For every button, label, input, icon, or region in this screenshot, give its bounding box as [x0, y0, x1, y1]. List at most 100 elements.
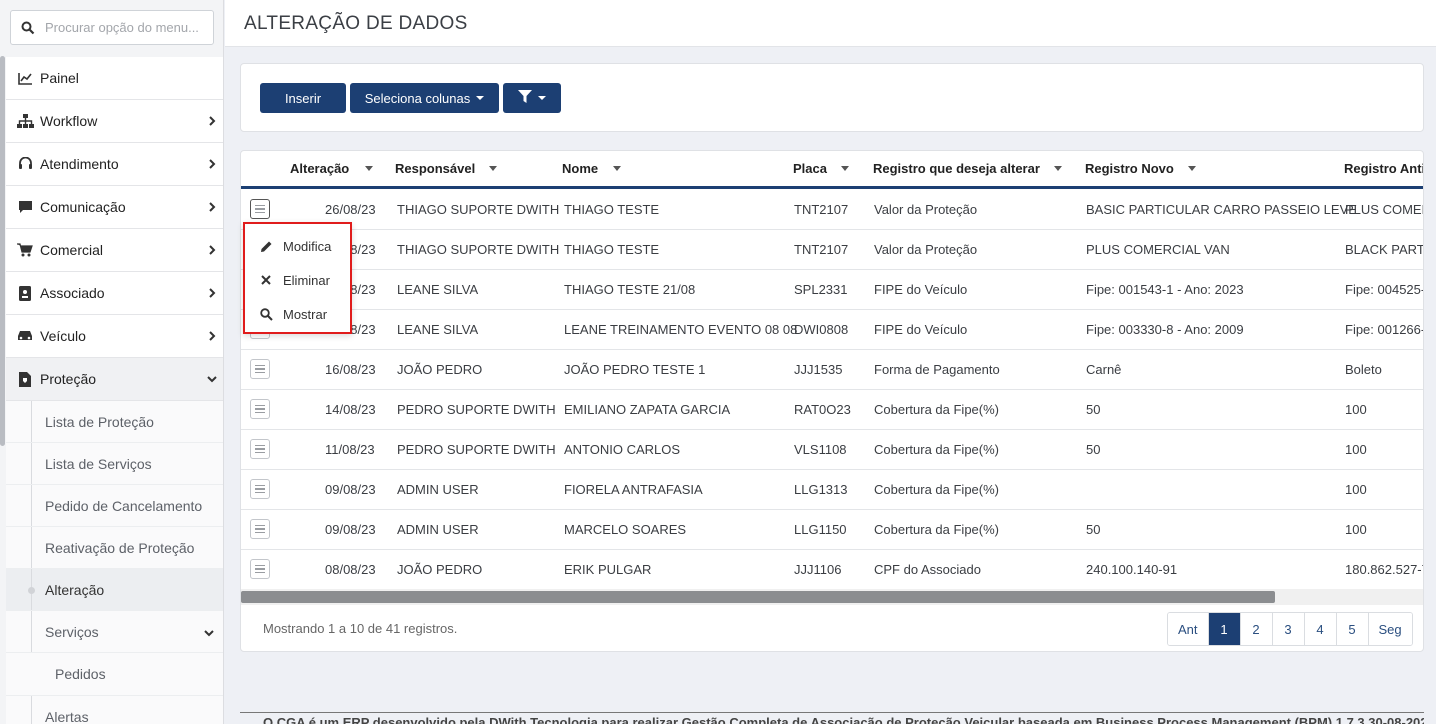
sidebar-subitem-label: Pedidos — [55, 666, 106, 682]
cell-placa: TNT2107 — [794, 242, 849, 257]
pagination-page[interactable]: 5 — [1336, 613, 1369, 645]
column-header-responsavel[interactable]: Responsável — [395, 161, 498, 176]
cell-registro-antigo: 100 — [1345, 402, 1367, 417]
chevron-right-icon — [200, 116, 223, 126]
menu-item-modifica[interactable]: Modifica — [245, 229, 350, 263]
cell-placa: VLS1108 — [794, 442, 847, 457]
sidebar-item-workflow[interactable]: Workflow — [6, 100, 223, 143]
sort-icon — [365, 166, 374, 171]
column-header-registro-antigo[interactable]: Registro Anti — [1344, 161, 1423, 176]
sidebar-subitem-servicos[interactable]: Serviços — [6, 611, 223, 653]
cell-registro-antigo: Fipe: 001266- — [1345, 322, 1424, 337]
cell-registro-antigo: 100 — [1345, 442, 1367, 457]
sidebar-menu: Painel Workflow Atendimento Comunicação … — [6, 57, 223, 724]
row-actions-button[interactable] — [250, 199, 270, 219]
sidebar-item-comercial[interactable]: Comercial — [6, 229, 223, 272]
column-header-nome[interactable]: Nome — [562, 161, 622, 176]
pagination-page[interactable]: 3 — [1272, 613, 1305, 645]
menu-item-eliminar[interactable]: Eliminar — [245, 263, 350, 297]
cell-responsavel: JOÃO PEDRO — [397, 362, 483, 377]
sidebar-subitem-lista-protecao[interactable]: Lista de Proteção — [6, 401, 223, 443]
comment-icon — [16, 198, 34, 216]
sort-icon — [613, 166, 622, 171]
sort-icon — [489, 166, 498, 171]
row-actions-button[interactable] — [250, 399, 270, 419]
cell-placa: LLG1313 — [794, 482, 848, 497]
cell-nome: THIAGO TESTE — [564, 242, 660, 257]
sort-icon — [1187, 166, 1196, 171]
cart-icon — [16, 241, 34, 259]
menu-item-label: Eliminar — [283, 272, 330, 288]
page-footer: O CGA é um ERP desenvolvido pela DWith T… — [240, 712, 1424, 724]
chevron-right-icon — [200, 159, 223, 169]
cell-registro-antigo: 180.862.527-7 — [1345, 562, 1424, 577]
insert-button[interactable]: Inserir — [260, 83, 346, 113]
cell-date: 14/08/23 — [325, 402, 376, 417]
pagination-prev[interactable]: Ant — [1168, 613, 1209, 645]
sidebar-subitem-label: Lista de Proteção — [45, 413, 154, 430]
cell-nome: ANTONIO CARLOS — [564, 442, 681, 457]
menu-item-mostrar[interactable]: Mostrar — [245, 297, 350, 331]
sidebar-item-atendimento[interactable]: Atendimento — [6, 143, 223, 186]
sidebar-subitem-reativacao[interactable]: Reativação de Proteção — [6, 527, 223, 569]
column-header-placa[interactable]: Placa — [793, 161, 849, 176]
sidebar-item-protecao[interactable]: Proteção — [6, 358, 223, 401]
cell-registro-novo: Fipe: 003330-8 - Ano: 2009 — [1086, 322, 1244, 337]
row-actions-button[interactable] — [250, 439, 270, 459]
cell-placa: JJJ1106 — [794, 562, 842, 577]
sidebar-item-comunicacao[interactable]: Comunicação — [6, 186, 223, 229]
column-header-registro-alterar[interactable]: Registro que deseja alterar — [873, 161, 1062, 176]
pagination-page[interactable]: 1 — [1208, 613, 1241, 645]
sidebar-subitem-pedido-cancelamento[interactable]: Pedido de Cancelamento — [6, 485, 223, 527]
pagination-page[interactable]: 4 — [1304, 613, 1337, 645]
cell-responsavel: ADMIN USER — [397, 482, 479, 497]
cell-placa: DWI0808 — [794, 322, 849, 337]
table-row: 11/08/23 PEDRO SUPORTE DWITH ANTONIO CAR… — [241, 430, 1423, 470]
chevron-right-icon — [200, 245, 223, 255]
row-actions-button[interactable] — [250, 479, 270, 499]
sidebar-item-painel[interactable]: Painel — [6, 57, 223, 100]
sidebar-scrollbar[interactable] — [0, 56, 5, 446]
cell-responsavel: PEDRO SUPORTE DWITH — [397, 442, 556, 457]
table-row: 14/08/23 PEDRO SUPORTE DWITH EMILIANO ZA… — [241, 390, 1423, 430]
pagination-page[interactable]: 2 — [1240, 613, 1273, 645]
sidebar-subitem-alteracao[interactable]: Alteração — [6, 569, 223, 611]
cell-registro-alterar: FIPE do Veículo — [874, 282, 968, 297]
column-header-label: Registro que deseja alterar — [873, 161, 1040, 176]
cell-registro-novo: 50 — [1086, 402, 1101, 417]
row-actions-button[interactable] — [250, 559, 270, 579]
sidebar-item-associado[interactable]: Associado — [6, 272, 223, 315]
search-icon — [11, 21, 45, 35]
pagination-next[interactable]: Seg — [1368, 613, 1412, 645]
sidebar-subitem-label: Pedido de Cancelamento — [45, 497, 203, 514]
file-shield-icon — [16, 370, 34, 388]
sidebar-subitem-pedidos[interactable]: Pedidos — [6, 653, 223, 696]
cell-nome: JOÃO PEDRO TESTE 1 — [564, 362, 706, 377]
cell-registro-novo: 240.100.140-91 — [1086, 562, 1178, 577]
horizontal-scrollbar[interactable] — [241, 589, 1423, 605]
sidebar-item-veiculo[interactable]: Veículo — [6, 315, 223, 358]
id-card-icon — [16, 284, 34, 302]
table-row: 16/08/23 JOÃO PEDRO JOÃO PEDRO TESTE 1 J… — [241, 350, 1423, 390]
cell-placa: SPL2331 — [794, 282, 848, 297]
cell-placa: JJJ1535 — [794, 362, 843, 377]
chevron-down-icon — [200, 375, 223, 383]
cell-date: 11/08/23 — [325, 442, 375, 457]
column-header-alteracao[interactable]: Alteração — [290, 161, 374, 176]
cell-nome: THIAGO TESTE 21/08 — [564, 282, 696, 297]
cell-registro-alterar: CPF do Associado — [874, 562, 981, 577]
cell-registro-alterar: Cobertura da Fipe(%) — [874, 442, 999, 457]
chart-line-icon — [16, 69, 34, 87]
row-actions-button[interactable] — [250, 519, 270, 539]
column-header-registro-novo[interactable]: Registro Novo — [1085, 161, 1196, 176]
select-columns-button[interactable]: Seleciona colunas — [350, 83, 499, 113]
filter-button[interactable] — [503, 83, 561, 113]
sidebar: Painel Workflow Atendimento Comunicação … — [0, 0, 224, 724]
menu-search-input[interactable] — [45, 20, 205, 35]
sidebar-subitem-alertas[interactable]: Alertas — [6, 696, 223, 724]
row-actions-button[interactable] — [250, 359, 270, 379]
scrollbar-thumb[interactable] — [241, 591, 1275, 603]
table-row: 08/08/23 JOÃO PEDRO ERIK PULGAR JJJ1106 … — [241, 550, 1424, 590]
menu-search[interactable] — [10, 10, 214, 45]
sidebar-subitem-lista-servicos[interactable]: Lista de Serviços — [6, 443, 223, 485]
